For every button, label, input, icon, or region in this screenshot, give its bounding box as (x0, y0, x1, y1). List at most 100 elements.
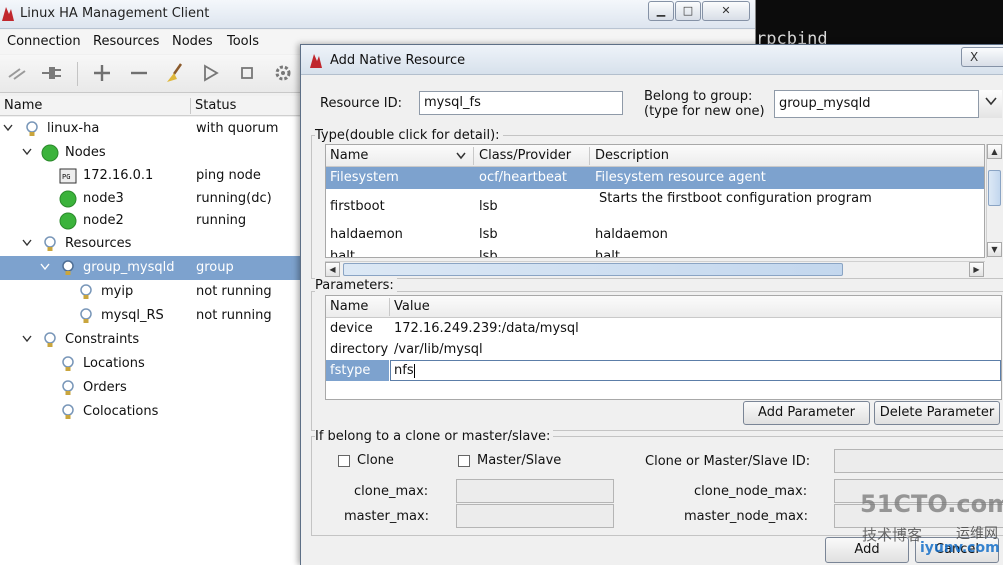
tree-row-colocations[interactable]: Colocations (0, 400, 300, 424)
parameters-table: Name Value device 172.16.249.239:/data/m… (325, 295, 1002, 400)
maximize-button[interactable]: □ (675, 1, 701, 21)
add-icon[interactable] (90, 61, 114, 85)
menu-connection[interactable]: Connection (7, 34, 81, 49)
col-param-value[interactable]: Value (394, 299, 430, 314)
tree-row-resources[interactable]: Resources (0, 232, 300, 256)
scroll-up-icon[interactable]: ▲ (987, 144, 1002, 159)
tree-row-group-mysqld[interactable]: group_mysqld group (0, 256, 300, 280)
start-icon[interactable] (198, 61, 222, 85)
master-max-input[interactable] (456, 504, 614, 528)
resource-id-label: Resource ID: (320, 96, 402, 111)
scroll-thumb[interactable] (988, 170, 1001, 206)
table-row[interactable]: firstboot lsb Starts the firstboot confi… (326, 189, 984, 223)
table-row[interactable]: directory /var/lib/mysql (326, 339, 1001, 360)
add-parameter-button[interactable]: Add Parameter (743, 401, 870, 425)
type-table-hscroll[interactable]: ◀ ▶ (325, 261, 985, 277)
tree-header-status[interactable]: Status (195, 98, 236, 113)
chevron-down-icon[interactable] (22, 238, 32, 248)
tree-label: myip (101, 284, 134, 299)
table-row[interactable]: halt lsb halt (326, 245, 984, 258)
scroll-right-icon[interactable]: ▶ (969, 262, 984, 277)
clone-checkbox[interactable] (338, 455, 350, 467)
delete-parameter-button[interactable]: Delete Parameter (874, 401, 1000, 425)
green-dot-icon (59, 212, 77, 230)
disconnect-icon[interactable] (6, 61, 30, 85)
resource-id-input[interactable]: mysql_fs (419, 91, 623, 115)
scroll-left-icon[interactable]: ◀ (325, 262, 340, 277)
tree-label: 172.16.0.1 (83, 168, 154, 183)
tree-row-orders[interactable]: Orders (0, 376, 300, 400)
param-value[interactable]: nfs (394, 363, 414, 378)
param-value[interactable]: 172.16.249.239:/data/mysql (394, 321, 579, 336)
clone-max-input[interactable] (456, 479, 614, 503)
col-name[interactable]: Name (330, 148, 368, 163)
tree-status: not running (196, 308, 272, 323)
window-close-button[interactable]: ✕ (702, 1, 750, 21)
sort-chevron-icon[interactable] (456, 152, 466, 160)
dialog-close-button[interactable]: X (961, 47, 1003, 67)
remove-icon[interactable] (127, 61, 151, 85)
clone-group-title: If belong to a clone or master/slave: (315, 429, 554, 444)
clone-id-input[interactable] (834, 449, 1003, 473)
tree-row-constraints[interactable]: Constraints (0, 328, 300, 352)
type-group-title: Type(double click for detail): (315, 128, 503, 143)
tree-row-locations[interactable]: Locations (0, 352, 300, 376)
settings-gear-icon[interactable] (271, 61, 295, 85)
menu-nodes[interactable]: Nodes (172, 34, 213, 49)
tree-row-node3[interactable]: node3 running(dc) (0, 187, 300, 211)
menu-resources[interactable]: Resources (93, 34, 159, 49)
tree-label: Locations (83, 356, 145, 371)
tree-row-linux-ha[interactable]: linux-ha with quorum (0, 117, 300, 141)
minimize-button[interactable]: ▁ (648, 1, 674, 21)
chevron-down-icon[interactable] (40, 262, 50, 272)
menu-tools[interactable]: Tools (227, 34, 259, 49)
col-param-name[interactable]: Name (330, 299, 368, 314)
master-slave-checkbox[interactable] (458, 455, 470, 467)
scroll-down-icon[interactable]: ▼ (987, 242, 1002, 257)
connect-icon[interactable] (40, 61, 64, 85)
tree-row-myip[interactable]: myip not running (0, 280, 300, 304)
bulb-icon (62, 404, 74, 419)
parameters-table-header: Name Value (326, 296, 1001, 318)
col-description[interactable]: Description (595, 148, 669, 163)
type-class: lsb (479, 227, 498, 242)
tree-row-mysql-rs[interactable]: mysql_RS not running (0, 304, 300, 328)
group-label-hint: (type for new one) (644, 104, 765, 119)
tree-status: running (196, 213, 247, 228)
toolbar-separator (77, 62, 78, 86)
table-row[interactable]: fstype nfs (326, 360, 1001, 381)
table-row[interactable]: device 172.16.249.239:/data/mysql (326, 318, 1001, 339)
table-row[interactable]: haldaemon lsb haldaemon (326, 223, 984, 245)
table-row[interactable]: Filesystem ocf/heartbeat Filesystem reso… (326, 167, 984, 189)
type-table-vscroll[interactable]: ▲ ▼ (986, 144, 1002, 258)
cleanup-broom-icon[interactable] (163, 61, 187, 85)
chevron-down-icon[interactable] (22, 147, 32, 157)
tree-status: group (196, 260, 234, 275)
tree-header-name[interactable]: Name (4, 98, 42, 113)
col-class-provider[interactable]: Class/Provider (479, 148, 571, 163)
bulb-icon (62, 356, 74, 371)
tree-row-node2[interactable]: node2 running (0, 209, 300, 233)
param-value-editor[interactable]: nfs (390, 360, 1001, 381)
green-dot-icon (41, 144, 59, 162)
type-table: Name Class/Provider Description Filesyst… (325, 144, 985, 258)
tree-status: not running (196, 284, 272, 299)
type-class: ocf/heartbeat (479, 170, 568, 185)
type-name: halt (330, 249, 355, 258)
bulb-icon (80, 308, 92, 323)
tree-row-nodes[interactable]: Nodes (0, 141, 300, 165)
chevron-down-icon[interactable] (22, 334, 32, 344)
stop-icon[interactable] (235, 61, 259, 85)
param-value[interactable]: /var/lib/mysql (394, 342, 483, 357)
tree-row-ping-node[interactable]: PG 172.16.0.1 ping node (0, 164, 300, 188)
group-combobox[interactable]: group_mysqld (774, 90, 1002, 118)
text-caret (414, 364, 415, 378)
bulb-icon (62, 260, 74, 275)
tree-label: linux-ha (47, 121, 100, 136)
chevron-down-icon[interactable] (978, 90, 1002, 118)
app-logo-icon (310, 54, 322, 68)
bulb-icon (44, 332, 56, 347)
scroll-thumb[interactable] (343, 263, 843, 276)
chevron-down-icon[interactable] (3, 123, 13, 133)
tree-label: group_mysqld (83, 260, 175, 275)
